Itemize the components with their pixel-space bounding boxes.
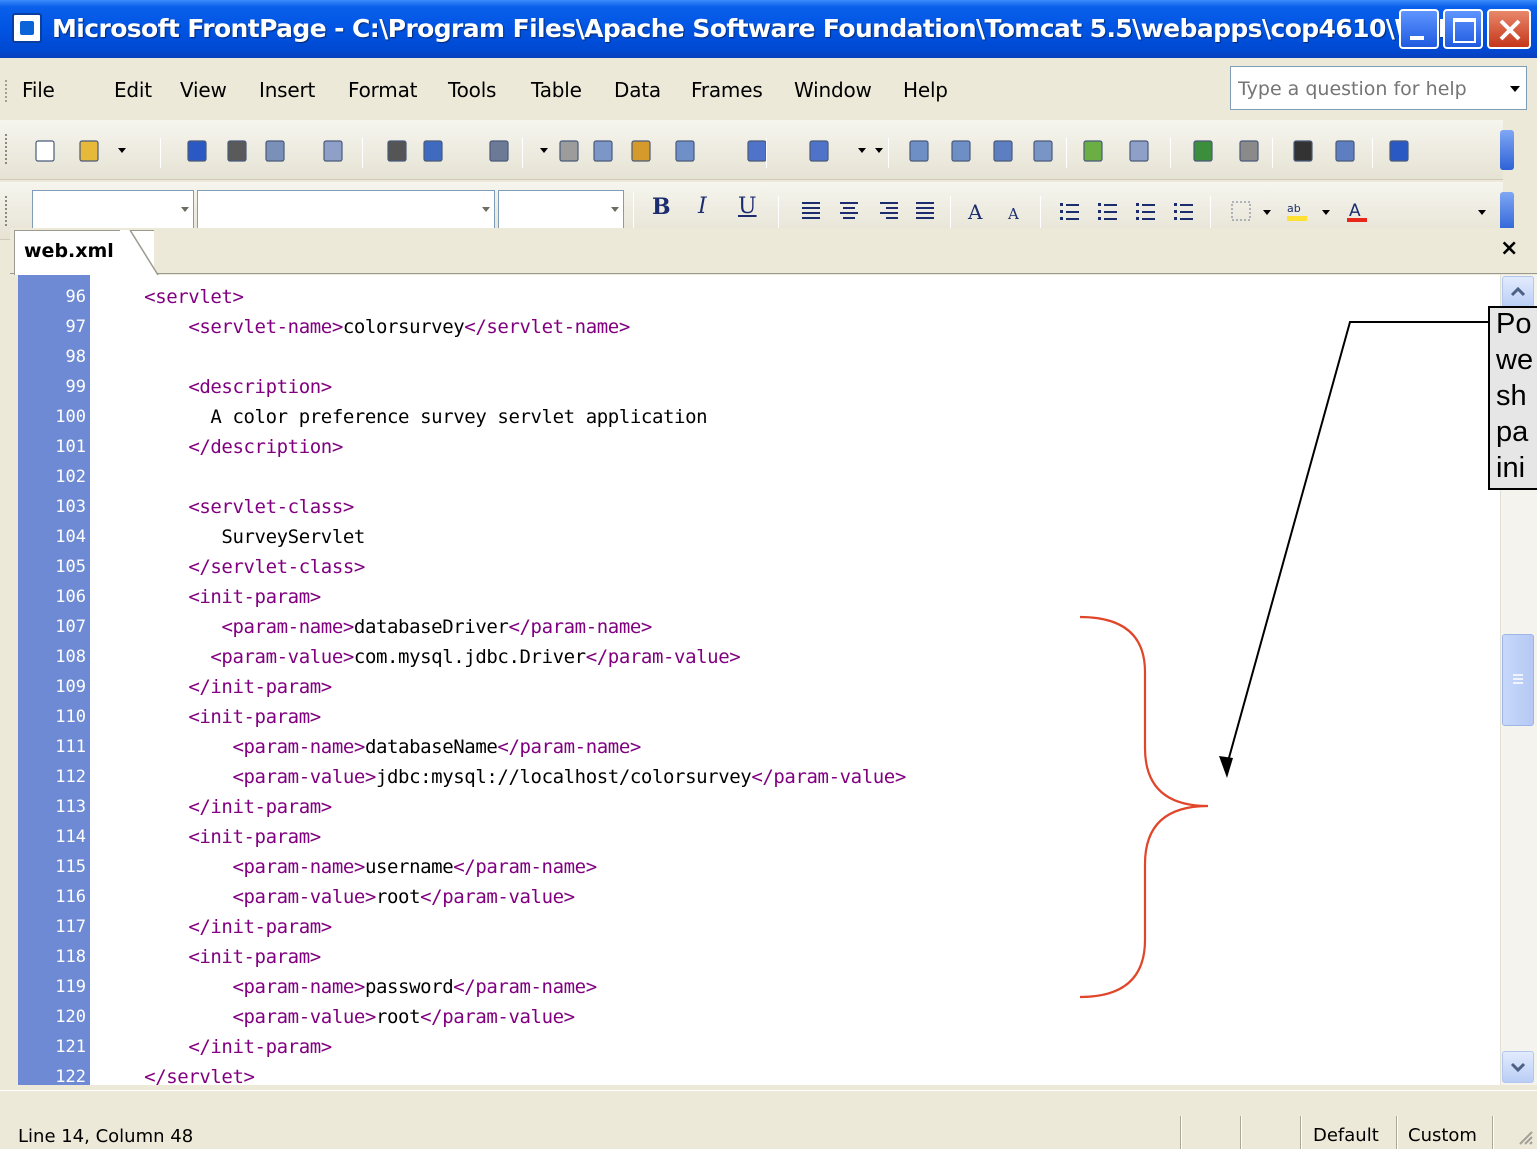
callout-line: ini — [1496, 452, 1526, 484]
arrow-head-icon — [1219, 756, 1233, 778]
annotation-overlay — [1079, 321, 1488, 999]
callout-line: sh — [1496, 380, 1527, 412]
annotation-brace — [1079, 615, 1209, 999]
annotation-leader — [1226, 321, 1488, 766]
callout-line: we — [1496, 344, 1534, 376]
callout-line: Po — [1496, 308, 1532, 340]
frontpage-window: Microsoft FrontPage - C:\Program Files\A… — [0, 0, 1537, 1149]
callout-line: pa — [1496, 416, 1529, 448]
